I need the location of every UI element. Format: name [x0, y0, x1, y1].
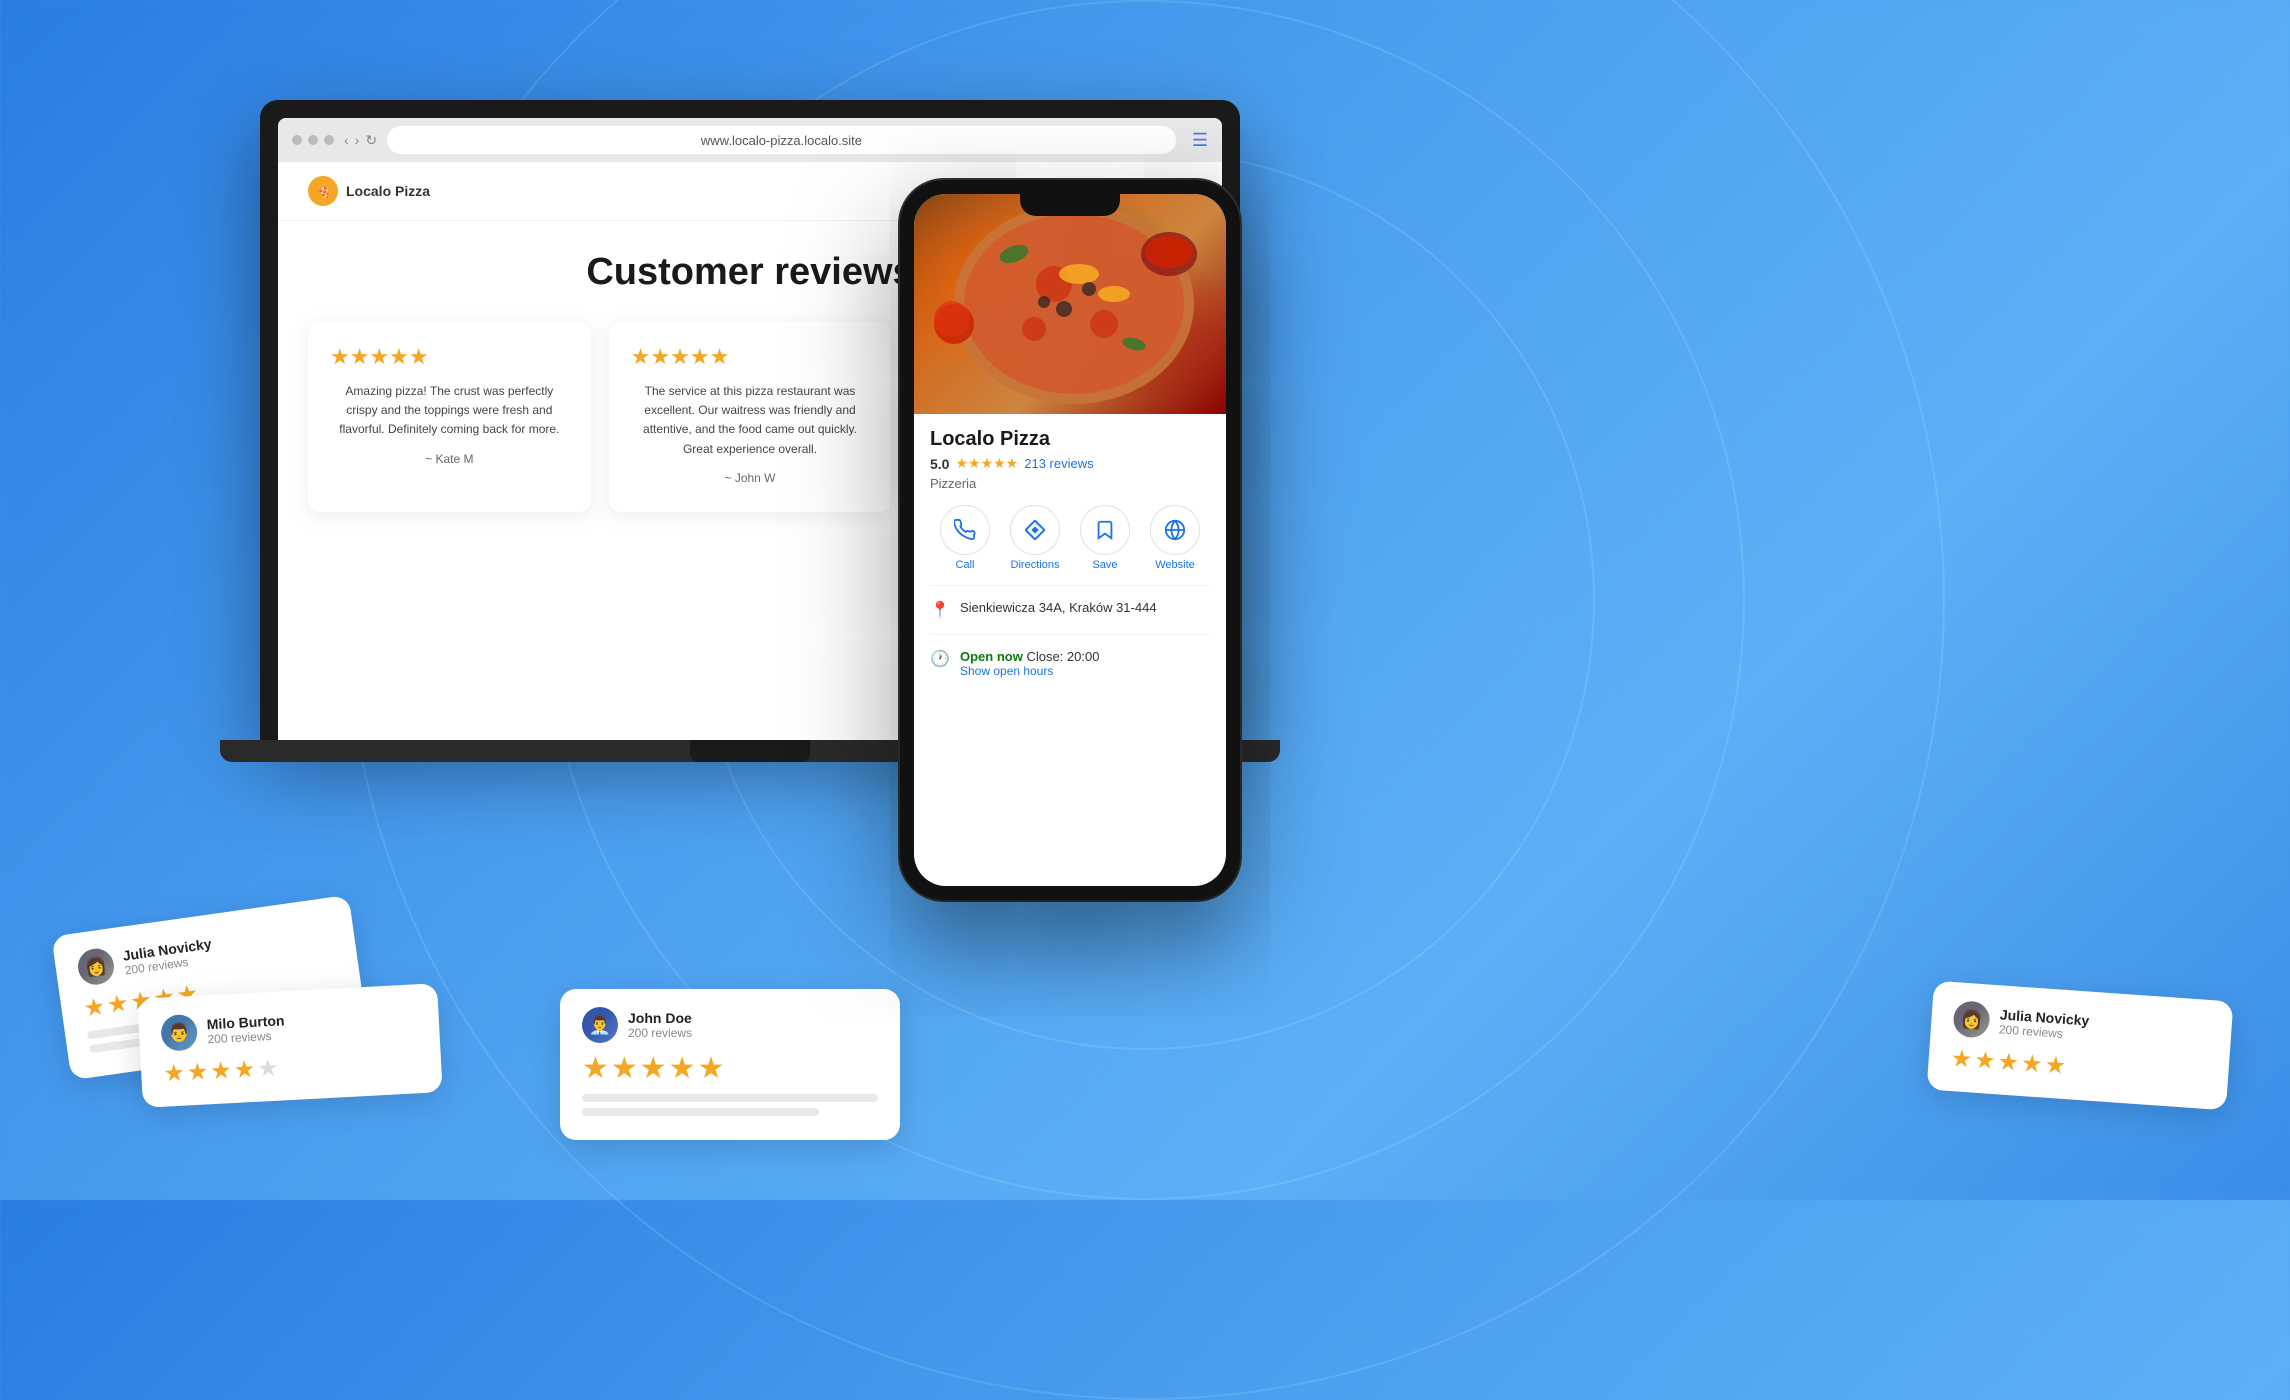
- directions-label: Directions: [1011, 559, 1060, 571]
- fc-line-johndoe-2: [582, 1108, 819, 1116]
- phone-frame: Localo Pizza 5.0 ★★★★★ 213 reviews Pizze…: [900, 180, 1240, 900]
- location-icon: 📍: [930, 600, 950, 620]
- phone-divider-1: [930, 585, 1210, 586]
- review-stars-2: ★★★★★: [631, 344, 870, 370]
- browser-refresh-icon[interactable]: ↻: [365, 132, 377, 149]
- fc-user-info-milo: Milo Burton 200 reviews: [206, 1012, 285, 1046]
- phone-info: Localo Pizza 5.0 ★★★★★ 213 reviews Pizze…: [914, 414, 1226, 700]
- website-label: Website: [1155, 559, 1195, 571]
- pizza-svg: [914, 194, 1226, 414]
- phone-actions: Call Directions: [930, 505, 1210, 571]
- phone-action-website[interactable]: Website: [1150, 505, 1200, 571]
- site-logo: 🍕 Localo Pizza: [308, 176, 430, 206]
- fc-line-johndoe-1: [582, 1094, 878, 1102]
- fc-user-row-milo: 👨 Milo Burton 200 reviews: [160, 1002, 418, 1051]
- review-stars-1: ★★★★★: [330, 344, 569, 370]
- browser-dot-2: [308, 135, 318, 145]
- fc-name-johndoe: John Doe: [628, 1010, 692, 1026]
- fc-avatar-julia-1: 👩: [76, 946, 117, 987]
- browser-url-bar[interactable]: www.localo-pizza.localo.site: [387, 126, 1176, 154]
- fc-lines-johndoe: [582, 1094, 878, 1116]
- review-card-2: ★★★★★ The service at this pizza restaura…: [609, 322, 892, 512]
- floating-card-milo: 👨 Milo Burton 200 reviews ★★★★★: [137, 983, 442, 1108]
- fc-user-row-johndoe: 👨‍💼 John Doe 200 reviews: [582, 1007, 878, 1043]
- browser-dot-3: [324, 135, 334, 145]
- save-icon: [1080, 505, 1130, 555]
- phone-address-row: 📍 Sienkiewicza 34A, Kraków 31-444: [930, 592, 1210, 628]
- phone-hours-text: Open now Close: 20:00 Show open hours: [960, 649, 1099, 678]
- browser-nav: ‹ › ↻: [344, 132, 377, 149]
- browser-bar: ‹ › ↻ www.localo-pizza.localo.site ☰: [278, 118, 1222, 162]
- show-hours-link[interactable]: Show open hours: [960, 664, 1099, 678]
- close-time: Close: 20:00: [1026, 649, 1099, 664]
- website-icon: [1150, 505, 1200, 555]
- open-status: Open now: [960, 649, 1023, 664]
- phone-action-call[interactable]: Call: [940, 505, 990, 571]
- phone-biz-name: Localo Pizza: [930, 428, 1210, 451]
- directions-icon: [1010, 505, 1060, 555]
- review-text-1: Amazing pizza! The crust was perfectly c…: [330, 382, 569, 440]
- call-label: Call: [956, 559, 975, 571]
- fc-user-info-johndoe: John Doe 200 reviews: [628, 1010, 692, 1040]
- phone-rating-num: 5.0: [930, 456, 949, 472]
- fc-user-info-julia-1: Julia Novicky 200 reviews: [122, 935, 215, 977]
- review-author-2: ~ John W: [631, 471, 870, 485]
- phone-hours-row: 🕐 Open now Close: 20:00 Show open hours: [930, 641, 1210, 686]
- review-text-2: The service at this pizza restaurant was…: [631, 382, 870, 459]
- phone-action-save[interactable]: Save: [1080, 505, 1130, 571]
- phone-reviews-link[interactable]: 213 reviews: [1024, 456, 1093, 471]
- clock-icon: 🕐: [930, 649, 950, 669]
- phone-stars-small: ★★★★★: [955, 455, 1018, 472]
- browser-dots: [292, 135, 334, 145]
- phone-divider-2: [930, 634, 1210, 635]
- fc-avatar-julia-2: 👩: [1952, 1000, 1990, 1038]
- fc-avatar-johndoe: 👨‍💼: [582, 1007, 618, 1043]
- review-author-1: ~ Kate M: [330, 452, 569, 466]
- phone-pizza-image: [914, 194, 1226, 414]
- browser-menu-icon[interactable]: ☰: [1192, 130, 1208, 151]
- save-label: Save: [1092, 559, 1117, 571]
- review-card-1: ★★★★★ Amazing pizza! The crust was perfe…: [308, 322, 591, 512]
- fc-user-info-julia-2: Julia Novicky 200 reviews: [1998, 1006, 2089, 1042]
- phone-action-directions[interactable]: Directions: [1010, 505, 1060, 571]
- phone-mockup: Localo Pizza 5.0 ★★★★★ 213 reviews Pizze…: [900, 180, 1240, 900]
- browser-back-icon[interactable]: ‹: [344, 132, 349, 148]
- site-logo-text: Localo Pizza: [346, 183, 430, 199]
- fc-avatar-milo: 👨: [160, 1014, 198, 1052]
- call-icon: [940, 505, 990, 555]
- phone-category: Pizzeria: [930, 476, 1210, 491]
- phone-notch: [1020, 194, 1120, 216]
- phone-rating-row: 5.0 ★★★★★ 213 reviews: [930, 455, 1210, 472]
- fc-stars-johndoe: ★★★★★: [582, 1051, 878, 1086]
- browser-forward-icon[interactable]: ›: [355, 132, 360, 148]
- phone-screen: Localo Pizza 5.0 ★★★★★ 213 reviews Pizze…: [914, 194, 1226, 886]
- browser-dot-1: [292, 135, 302, 145]
- fc-reviews-milo: 200 reviews: [207, 1028, 285, 1046]
- fc-stars-milo: ★★★★★: [163, 1046, 420, 1088]
- floating-card-johndoe: 👨‍💼 John Doe 200 reviews ★★★★★: [560, 989, 900, 1140]
- laptop-notch: [690, 740, 810, 762]
- browser-url-text: www.localo-pizza.localo.site: [701, 133, 862, 148]
- phone-address-text: Sienkiewicza 34A, Kraków 31-444: [960, 600, 1157, 615]
- fc-reviews-johndoe: 200 reviews: [628, 1026, 692, 1040]
- floating-card-julia-2: 👩 Julia Novicky 200 reviews ★★★★★: [1927, 981, 2234, 1111]
- logo-icon: 🍕: [308, 176, 338, 206]
